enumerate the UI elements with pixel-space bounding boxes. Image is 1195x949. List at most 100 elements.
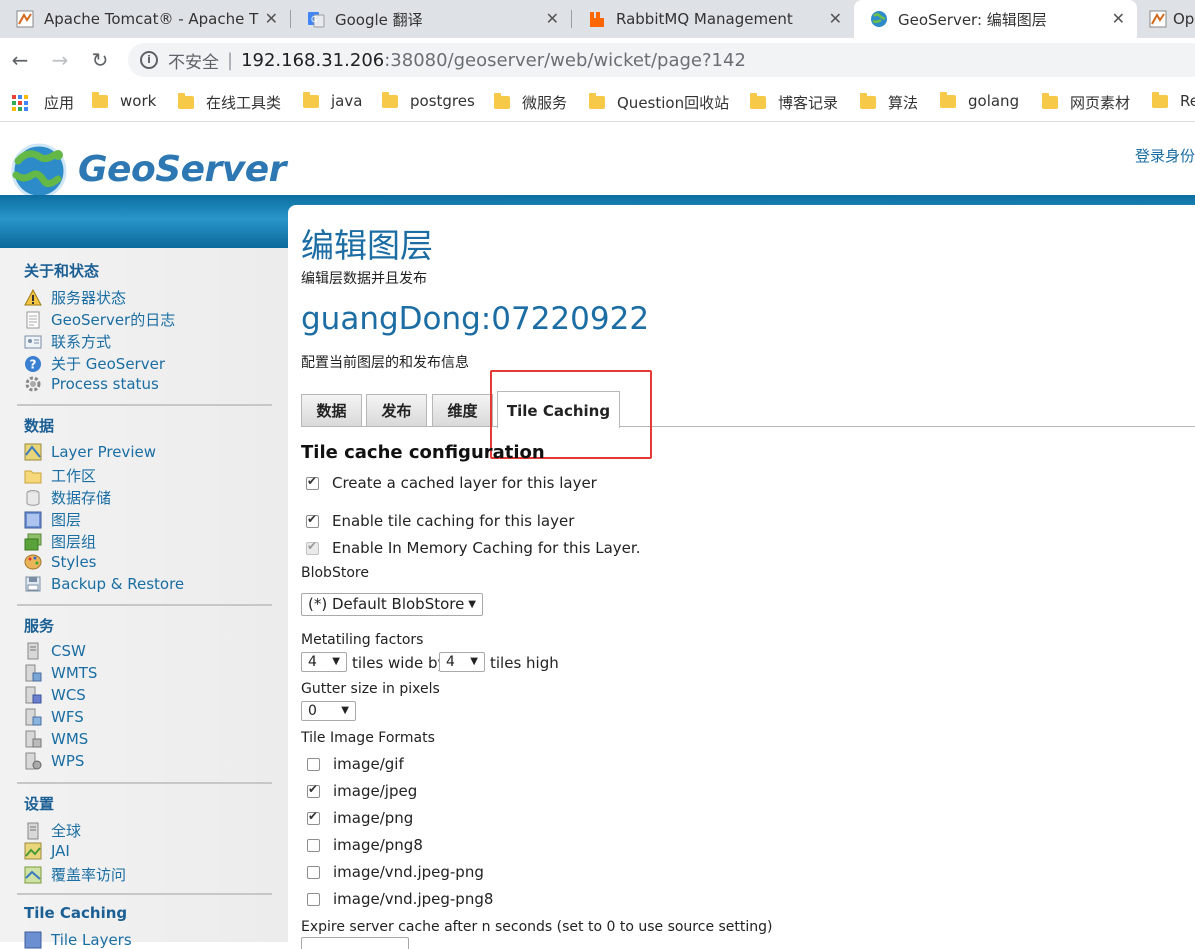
- address-bar[interactable]: i 不安全 | 192.168.31.206 :38080/geoserver/…: [128, 43, 1195, 77]
- sidebar-item-styles[interactable]: Styles: [24, 553, 97, 571]
- bookmark-folder[interactable]: 网页素材: [1042, 92, 1130, 113]
- contact-card-icon: [24, 335, 42, 348]
- enable-tile-caching-checkbox[interactable]: [306, 512, 319, 528]
- forward-icon[interactable]: →: [48, 48, 72, 72]
- format-row[interactable]: image/png8: [307, 836, 423, 854]
- browser-tab-active[interactable]: GeoServer: 编辑图层 ✕: [854, 0, 1137, 38]
- browser-tab[interactable]: Apache Tomcat® - Apache T ✕: [0, 0, 290, 38]
- reload-icon[interactable]: ↻: [88, 48, 112, 72]
- create-cached-layer-row[interactable]: Create a cached layer for this layer: [306, 474, 597, 492]
- bookmark-apps[interactable]: 应用: [12, 92, 74, 113]
- sidebar-item-wmts[interactable]: WMTS: [24, 664, 97, 682]
- sidebar-item-label: 覆盖率访问: [51, 866, 127, 884]
- enable-tile-caching-row[interactable]: Enable tile caching for this layer: [306, 512, 574, 530]
- sidebar-item-contact[interactable]: 联系方式: [24, 331, 111, 352]
- back-icon[interactable]: ←: [8, 48, 32, 72]
- bookmark-folder[interactable]: 微服务: [494, 92, 567, 113]
- login-link[interactable]: 登录身份: [1135, 145, 1195, 166]
- sidebar-item-label: Tile Layers: [51, 931, 132, 949]
- sidebar-section-settings: 设置: [24, 795, 55, 813]
- format-row[interactable]: image/jpeg: [307, 782, 417, 800]
- sidebar-divider: [17, 893, 272, 895]
- sidebar-item-label: 数据存储: [51, 489, 112, 507]
- bookmark-folder[interactable]: work: [92, 91, 156, 110]
- tab-publishing[interactable]: 发布: [366, 394, 427, 427]
- format-checkbox[interactable]: [307, 782, 320, 798]
- format-row[interactable]: image/vnd.jpeg-png8: [307, 890, 493, 908]
- sidebar-item-tile-layers[interactable]: Tile Layers: [24, 931, 132, 949]
- expire-cache-input[interactable]: [301, 937, 409, 949]
- tab-label: RabbitMQ Management: [616, 10, 793, 28]
- gutter-select[interactable]: 0 ▼: [301, 701, 356, 721]
- format-label: image/gif: [333, 755, 404, 773]
- sidebar-item-label: GeoServer的日志: [51, 311, 176, 329]
- bookmark-folder[interactable]: 在线工具类: [178, 92, 281, 113]
- metatiling-wide-select[interactable]: 4 ▼: [301, 652, 347, 672]
- layer-group-icon: [24, 533, 42, 550]
- sidebar-item-layers[interactable]: 图层: [24, 509, 81, 530]
- sidebar-item-coverage-access[interactable]: 覆盖率访问: [24, 864, 126, 885]
- bookmark-folder[interactable]: golang: [940, 91, 1020, 110]
- enable-memory-caching-checkbox[interactable]: [306, 539, 319, 555]
- info-icon[interactable]: i: [140, 51, 158, 69]
- sidebar-item-wms[interactable]: WMS: [24, 730, 88, 748]
- browser-tab[interactable]: RabbitMQ Management ✕: [572, 0, 854, 38]
- metatiling-high-select[interactable]: 4 ▼: [439, 652, 485, 672]
- sidebar-item-wps[interactable]: WPS: [24, 752, 84, 770]
- sidebar-item-server-status[interactable]: 服务器状态: [24, 287, 126, 308]
- sidebar-item-wfs[interactable]: WFS: [24, 708, 84, 726]
- map-icon: [24, 443, 42, 461]
- sidebar-item-csw[interactable]: CSW: [24, 642, 86, 660]
- sidebar-item-jai[interactable]: JAI: [24, 842, 70, 860]
- sidebar-item-about-geoserver[interactable]: ? 关于 GeoServer: [24, 353, 165, 374]
- bookmark-folder[interactable]: 算法: [860, 92, 918, 113]
- sidebar-item-layer-preview[interactable]: Layer Preview: [24, 443, 156, 461]
- sidebar-item-workspaces[interactable]: 工作区: [24, 465, 96, 486]
- sidebar-item-global[interactable]: 全球: [24, 820, 81, 841]
- close-icon[interactable]: ✕: [265, 9, 278, 28]
- format-checkbox[interactable]: [307, 892, 320, 906]
- tab-dimensions[interactable]: 维度: [432, 394, 493, 427]
- tab-label: GeoServer: 编辑图层: [898, 10, 1047, 29]
- format-checkbox[interactable]: [307, 838, 320, 852]
- bookmark-label: 应用: [44, 94, 75, 112]
- format-checkbox[interactable]: [307, 809, 320, 825]
- bookmark-folder[interactable]: Question回收站: [589, 92, 729, 113]
- sidebar-divider: [17, 604, 272, 606]
- folder-icon: [1042, 93, 1058, 109]
- bookmark-folder[interactable]: Re: [1152, 91, 1195, 110]
- format-checkbox[interactable]: [307, 757, 320, 771]
- sidebar-item-backup-restore[interactable]: Backup & Restore: [24, 575, 184, 593]
- palette-icon: [24, 554, 42, 570]
- server-icon: [25, 664, 42, 682]
- sidebar-item-wcs[interactable]: WCS: [24, 686, 86, 704]
- browser-tab[interactable]: G Google 翻译 ✕: [291, 0, 571, 38]
- sidebar-item-layer-groups[interactable]: 图层组: [24, 531, 96, 552]
- format-row[interactable]: image/vnd.jpeg-png: [307, 863, 484, 881]
- sidebar-item-stores[interactable]: 数据存储: [24, 487, 111, 508]
- bookmark-folder[interactable]: java: [303, 91, 362, 110]
- create-cached-layer-checkbox[interactable]: [306, 474, 319, 490]
- tab-data[interactable]: 数据: [301, 394, 362, 427]
- format-row[interactable]: image/gif: [307, 755, 404, 773]
- format-row[interactable]: image/png: [307, 809, 413, 827]
- section-title: Tile cache configuration: [301, 442, 545, 463]
- browser-tab[interactable]: Op: [1137, 0, 1195, 38]
- bookmark-folder[interactable]: 博客记录: [750, 92, 838, 113]
- layer-icon: [24, 931, 42, 949]
- format-checkbox[interactable]: [307, 865, 320, 879]
- sidebar-item-process-status[interactable]: Process status: [24, 375, 159, 393]
- blobstore-select[interactable]: (*) Default BlobStore ▼: [301, 593, 483, 616]
- bookmark-label: golang: [968, 92, 1020, 110]
- sidebar-item-geoserver-logs[interactable]: GeoServer的日志: [24, 309, 175, 330]
- close-icon[interactable]: ✕: [546, 9, 559, 28]
- close-icon[interactable]: ✕: [1112, 9, 1125, 28]
- svg-text:G: G: [311, 15, 317, 24]
- close-icon[interactable]: ✕: [829, 9, 842, 28]
- sidebar-item-label: 服务器状态: [51, 289, 127, 307]
- bookmark-folder[interactable]: postgres: [382, 91, 475, 110]
- folder-icon: [494, 93, 510, 109]
- main-content: 编辑图层 编辑层数据并且发布 guangDong:07220922 配置当前图层…: [288, 205, 1195, 949]
- enable-memory-caching-row[interactable]: Enable In Memory Caching for this Layer.: [306, 539, 640, 557]
- sidebar-item-label: WCS: [51, 686, 86, 704]
